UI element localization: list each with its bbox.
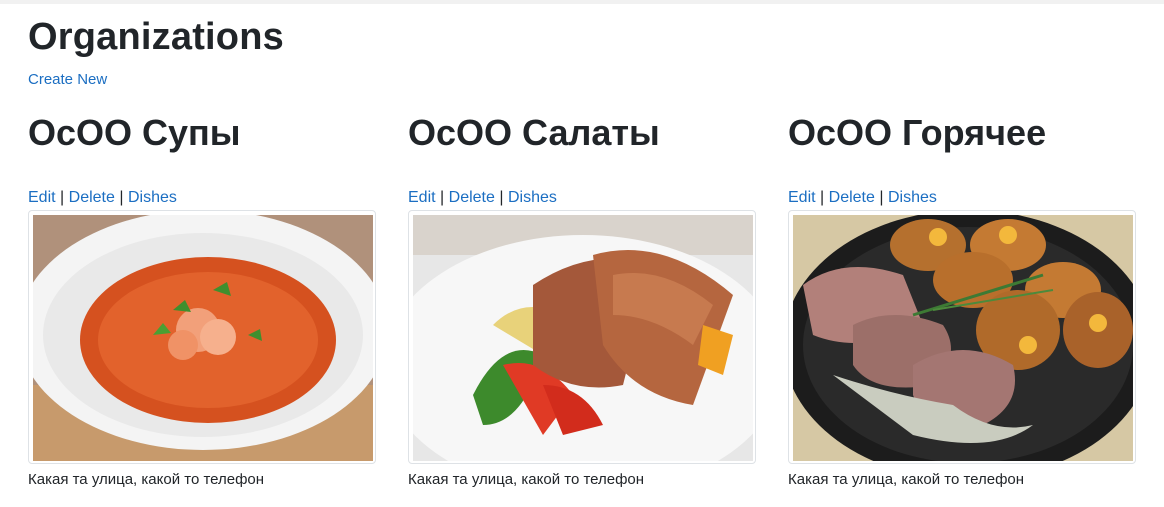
organization-name: ОсОО Супы [28, 112, 241, 153]
organization-image [408, 210, 756, 464]
delete-link[interactable]: Delete [69, 189, 115, 206]
delete-link[interactable]: Delete [449, 189, 495, 206]
tomato-shrimp-soup-photo [33, 215, 373, 461]
organization-image [28, 210, 376, 464]
separator: | [820, 189, 825, 206]
organization-card: ОсОО Горячее Edit | Delete | Dishes Кака… [788, 110, 1138, 488]
separator: | [119, 189, 124, 206]
page-title: Organizations [28, 16, 284, 58]
organization-address: Какая та улица, какой то телефон [408, 471, 645, 488]
dishes-link[interactable]: Dishes [508, 189, 557, 206]
edit-link[interactable]: Edit [28, 189, 56, 206]
roast-pork-potatoes-photo [793, 215, 1133, 461]
organization-name: ОсОО Горячее [788, 112, 1047, 153]
separator: | [499, 189, 504, 206]
organization-address: Какая та улица, какой то телефон [28, 471, 265, 488]
separator: | [60, 189, 65, 206]
organization-actions: Edit | Delete | Dishes [28, 188, 177, 208]
delete-link[interactable]: Delete [829, 189, 875, 206]
main-content: Organizations Create New ОсОО Супы Edit … [28, 14, 1148, 488]
separator: | [879, 189, 884, 206]
edit-link[interactable]: Edit [788, 189, 816, 206]
dishes-link[interactable]: Dishes [888, 189, 937, 206]
organization-card: ОсОО Супы Edit | Delete | Dishes Какая т… [28, 110, 378, 488]
organization-card: ОсОО Салаты Edit | Delete | Dishes Какая… [408, 110, 758, 488]
organization-address: Какая та улица, какой то телефон [788, 471, 1025, 488]
edit-link[interactable]: Edit [408, 189, 436, 206]
organization-actions: Edit | Delete | Dishes [408, 188, 557, 208]
top-nav-strip [0, 0, 1164, 4]
separator: | [440, 189, 445, 206]
create-new-link[interactable]: Create New [28, 70, 107, 90]
organization-name: ОсОО Салаты [408, 112, 660, 153]
organization-list: ОсОО Супы Edit | Delete | Dishes Какая т… [28, 110, 1164, 500]
organization-actions: Edit | Delete | Dishes [788, 188, 937, 208]
organization-image [788, 210, 1136, 464]
meat-salad-photo [413, 215, 753, 461]
dishes-link[interactable]: Dishes [128, 189, 177, 206]
